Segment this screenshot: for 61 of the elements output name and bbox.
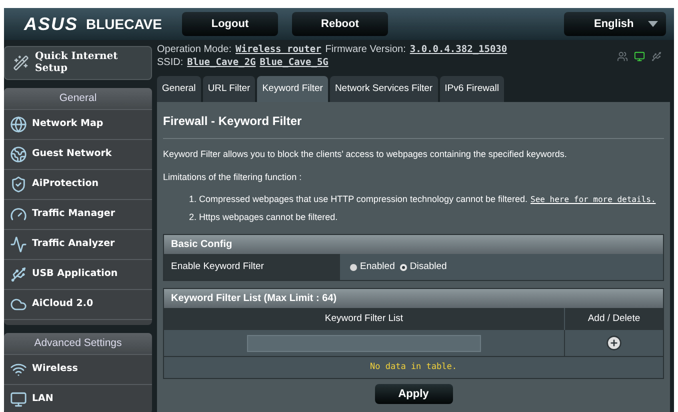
- radio-option[interactable]: Enabled: [350, 260, 395, 274]
- product-name: BLUECAVE: [86, 14, 162, 34]
- sidebar-item[interactable]: Wireless: [4, 354, 152, 384]
- page-title: Firewall - Keyword Filter: [163, 112, 664, 139]
- field-label: Enable Keyword Filter: [164, 254, 340, 280]
- tab[interactable]: Network Services Filter: [330, 76, 438, 102]
- radio-button[interactable]: [350, 264, 357, 270]
- monitor-icon: [10, 391, 27, 408]
- operation-mode-link[interactable]: Wireless router: [236, 43, 322, 56]
- apply-button[interactable]: Apply: [374, 384, 452, 404]
- header-button[interactable]: Logout: [182, 12, 278, 36]
- ssid-link[interactable]: Blue_Cave_2G: [187, 56, 256, 69]
- limitations-title: Limitations of the filtering function :: [163, 170, 303, 184]
- status-label: Firmware Version:: [325, 43, 406, 56]
- limitation-text: 2. Https webpages cannot be filtered.: [189, 210, 338, 224]
- section-header: Basic Config: [164, 235, 663, 254]
- usb-icon[interactable]: [651, 51, 662, 62]
- sidebar-item[interactable]: Network Map: [4, 109, 152, 139]
- cloud-icon: [10, 296, 27, 313]
- status-label: Operation Mode:: [157, 43, 232, 56]
- sidebar-item[interactable]: USB Application: [4, 259, 152, 289]
- sidebar-section-title: General: [4, 88, 152, 109]
- sidebar-item[interactable]: AiProtection: [4, 169, 152, 199]
- language-select[interactable]: English: [564, 12, 666, 36]
- tab[interactable]: Keyword Filter: [257, 76, 328, 102]
- dropdown-caret-icon: [648, 21, 658, 27]
- section-header: Keyword Filter List (Max Limit : 64): [164, 289, 663, 308]
- description-text: Keyword Filter allows you to block the clients' access to webpages containing the specified keywords.: [163, 148, 568, 161]
- monitor-icon[interactable]: [634, 51, 645, 62]
- sidebar-item[interactable]: AiCloud 2.0: [4, 289, 152, 319]
- sidebar-section-title: Advanced Settings: [4, 333, 152, 354]
- status-label: SSID:: [157, 56, 184, 69]
- tab[interactable]: URL Filter: [202, 76, 256, 102]
- tab[interactable]: General: [157, 76, 201, 102]
- magic-wand-icon: [13, 55, 29, 71]
- globe-icon: [10, 146, 27, 163]
- firmware-link[interactable]: 3.0.0.4.382_15030: [410, 43, 508, 56]
- gauge-icon: [10, 206, 27, 223]
- sidebar-item[interactable]: LAN: [4, 384, 152, 412]
- radio-button[interactable]: [400, 264, 407, 270]
- keyword-input[interactable]: [247, 334, 481, 352]
- ssid-link[interactable]: Blue_Cave_5G: [260, 56, 328, 69]
- sidebar-item[interactable]: Traffic Analyzer: [4, 229, 152, 259]
- wireless-icon: [10, 361, 27, 378]
- usb-stick-icon: [10, 266, 27, 283]
- globe-icon: [10, 116, 27, 133]
- shield-icon: [10, 176, 27, 193]
- quick-setup-button[interactable]: Quick Internet Setup: [4, 46, 152, 80]
- sidebar-item[interactable]: Traffic Manager: [4, 199, 152, 229]
- clients-icon[interactable]: [617, 51, 628, 62]
- details-link[interactable]: See here for more details.: [530, 194, 656, 206]
- radio-option[interactable]: Disabled: [400, 260, 447, 274]
- add-icon[interactable]: [606, 335, 622, 351]
- sidebar-item[interactable]: Guest Network: [4, 139, 152, 169]
- column-header: Add / Delete: [586, 312, 642, 326]
- pulse-icon: [10, 236, 27, 253]
- brand-logo: ASUS: [24, 15, 78, 33]
- empty-table-message: No data in table.: [164, 356, 663, 378]
- header-button[interactable]: Reboot: [292, 12, 388, 36]
- limitation-text: 1. Compressed webpages that use HTTP compression technology cannot be filtered.: [189, 193, 528, 206]
- tab[interactable]: IPv6 Firewall: [440, 76, 504, 102]
